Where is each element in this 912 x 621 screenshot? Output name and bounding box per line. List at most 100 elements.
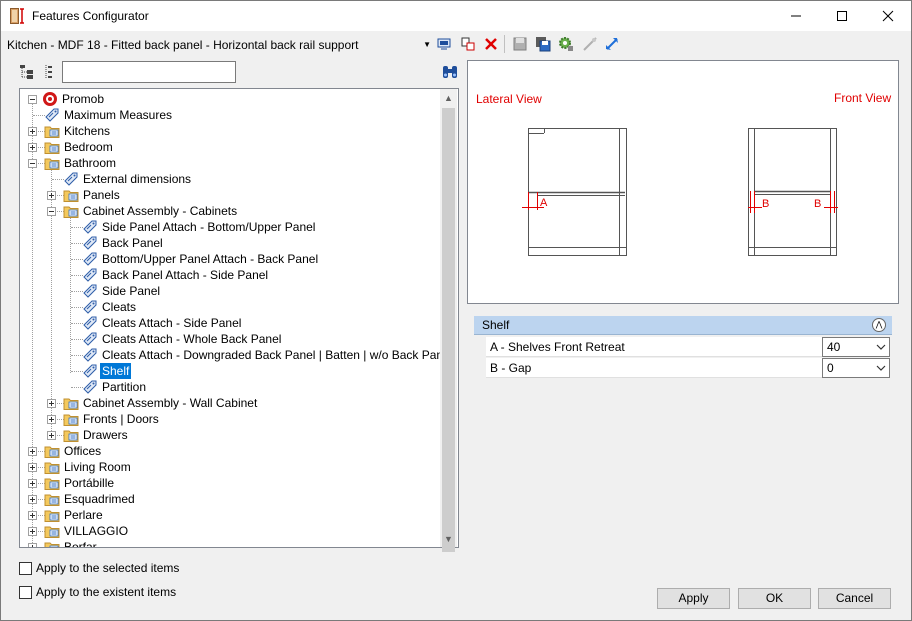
tree-expander-plus-icon[interactable] xyxy=(28,479,37,488)
configuration-select[interactable]: Kitchen - MDF 18 - Fitted back panel - H… xyxy=(7,37,433,53)
tree-expander-plus-icon[interactable] xyxy=(28,143,37,152)
tree-collapse-all-icon[interactable] xyxy=(41,64,57,80)
monitor-button[interactable] xyxy=(435,35,453,53)
scroll-up-arrow-icon[interactable]: ▲ xyxy=(440,89,457,106)
tree-item-feature[interactable]: Cleats xyxy=(20,299,450,315)
tree-item-feature[interactable]: Cleats Attach - Downgraded Back Panel | … xyxy=(20,347,452,363)
tree-item-folder[interactable]: Bathroom xyxy=(20,155,450,171)
tree-expander-plus-icon[interactable] xyxy=(28,127,37,136)
delete-button[interactable] xyxy=(482,35,500,53)
property-value-select[interactable]: 0 xyxy=(822,358,890,378)
ok-button[interactable]: OK xyxy=(738,588,811,609)
tree-item-folder[interactable]: Esquadrimed xyxy=(20,491,450,507)
scroll-down-arrow-icon[interactable]: ▼ xyxy=(440,530,457,547)
tree-item-label-selected: Shelf xyxy=(100,363,132,379)
folder-icon xyxy=(44,462,60,474)
feature-tag-icon xyxy=(83,364,97,378)
apply-selected-checkbox[interactable] xyxy=(19,561,32,575)
tree-item-feature[interactable]: Side Panel Attach - Bottom/Upper Panel xyxy=(20,219,450,235)
window-title: Features Configurator xyxy=(32,9,149,23)
tree-expand-all-icon[interactable] xyxy=(19,64,35,80)
tree-item-folder[interactable]: Perlare xyxy=(20,507,450,523)
cancel-button[interactable]: Cancel xyxy=(818,588,891,609)
property-row[interactable]: B - Gap 0 xyxy=(486,358,890,378)
tree-expander-plus-icon[interactable] xyxy=(28,495,37,504)
apply-selected-checkbox-row[interactable]: Apply to the selected items xyxy=(19,560,179,576)
dropdown-arrow-icon: ▼ xyxy=(423,40,431,49)
link-button[interactable] xyxy=(603,35,621,53)
save-button[interactable] xyxy=(511,35,529,53)
tree-expander-plus-icon[interactable] xyxy=(28,447,37,456)
tree-item-label: Bathroom xyxy=(64,156,117,170)
tree-item-folder[interactable]: Cabinet Assembly - Wall Cabinet xyxy=(20,395,450,411)
tree-item-folder[interactable]: Living Room xyxy=(20,459,450,475)
tree-expander-plus-icon[interactable] xyxy=(47,431,56,440)
feature-tag-icon xyxy=(83,284,97,298)
tree-item-feature[interactable]: Shelf xyxy=(20,363,450,379)
find-binoculars-icon[interactable] xyxy=(441,64,459,80)
feature-tag-icon xyxy=(83,300,97,314)
tree-expander-minus-icon[interactable] xyxy=(47,207,56,216)
tree-item-folder[interactable]: Portábille xyxy=(20,475,450,491)
maximize-button[interactable] xyxy=(819,1,865,31)
tree-search-input[interactable] xyxy=(62,61,236,83)
tree-item-feature[interactable]: Cleats Attach - Side Panel xyxy=(20,315,450,331)
tree-item-folder[interactable]: Panels xyxy=(20,187,450,203)
settings-button[interactable] xyxy=(557,35,575,53)
property-value-select[interactable]: 40 xyxy=(822,337,890,357)
tree-expander-plus-icon[interactable] xyxy=(47,415,56,424)
apply-existent-checkbox[interactable] xyxy=(19,585,32,599)
collapse-chevron-icon[interactable]: ⋀ xyxy=(872,318,886,332)
tree-item-folder[interactable]: Kitchens xyxy=(20,123,450,139)
folder-icon xyxy=(44,526,60,538)
app-icon xyxy=(10,8,24,24)
tree-item-label: Living Room xyxy=(64,460,131,474)
tree-item-feature[interactable]: Maximum Measures xyxy=(20,107,450,123)
scrollbar-thumb[interactable] xyxy=(442,108,455,552)
tree-item-label: Panels xyxy=(83,188,120,202)
tree-item-feature[interactable]: External dimensions xyxy=(20,171,450,187)
tree-item-folder[interactable]: Cabinet Assembly - Cabinets xyxy=(20,203,450,219)
delete-icon xyxy=(485,38,497,50)
property-row[interactable]: A - Shelves Front Retreat 40 xyxy=(486,337,890,357)
tree-expander-minus-icon[interactable] xyxy=(28,159,37,168)
feature-tag-icon xyxy=(83,332,97,346)
copy-button[interactable] xyxy=(459,35,477,53)
tree-expander-plus-icon[interactable] xyxy=(47,399,56,408)
chevron-down-icon xyxy=(876,344,886,350)
save-as-button[interactable] xyxy=(534,35,552,53)
tree-item-feature[interactable]: Side Panel xyxy=(20,283,450,299)
apply-existent-checkbox-row[interactable]: Apply to the existent items xyxy=(19,584,176,600)
tree-item-folder[interactable]: Borfar xyxy=(20,539,450,548)
tree-vertical-scrollbar[interactable]: ▲ ▼ xyxy=(440,89,457,552)
feature-tag-icon xyxy=(83,220,97,234)
tree-item-feature[interactable]: Back Panel xyxy=(20,235,450,251)
tree-expander-plus-icon[interactable] xyxy=(28,463,37,472)
tree-item-folder[interactable]: Fronts | Doors xyxy=(20,411,450,427)
tree-item-feature[interactable]: Back Panel Attach - Side Panel xyxy=(20,267,450,283)
tree-expander-plus-icon[interactable] xyxy=(28,543,37,547)
close-button[interactable] xyxy=(865,1,911,31)
tree-item-feature[interactable]: Partition xyxy=(20,379,450,395)
tree-expander-minus-icon[interactable] xyxy=(28,95,37,104)
apply-button[interactable]: Apply xyxy=(657,588,730,609)
tree-item-label: Esquadrimed xyxy=(64,492,135,506)
features-tree[interactable]: Promob Maximum Measures Kitchens Bedroom Ba… xyxy=(19,88,459,548)
minimize-button[interactable] xyxy=(773,1,819,31)
tree-expander-plus-icon[interactable] xyxy=(28,511,37,520)
tree-item-label: Kitchens xyxy=(64,124,111,138)
tree-expander-plus-icon[interactable] xyxy=(47,191,56,200)
tree-item-folder[interactable]: Offices xyxy=(20,443,450,459)
tree-item-feature[interactable]: Bottom/Upper Panel Attach - Back Panel xyxy=(20,251,450,267)
tree-expander-plus-icon[interactable] xyxy=(28,527,37,536)
tree-item-folder[interactable]: VILLAGGIO xyxy=(20,523,450,539)
tree-item-label: Cleats Attach - Side Panel xyxy=(102,316,242,330)
tree-item-feature[interactable]: Cleats Attach - Whole Back Panel xyxy=(20,331,450,347)
unlink-button[interactable] xyxy=(581,35,599,53)
tree-item-folder[interactable]: Drawers xyxy=(20,427,450,443)
tree-item-label: Borfar xyxy=(64,540,97,548)
folder-icon xyxy=(63,398,79,410)
tree-item-root[interactable]: Promob xyxy=(20,91,440,107)
tree-item-folder[interactable]: Bedroom xyxy=(20,139,450,155)
property-group-header[interactable]: Shelf ⋀ xyxy=(474,316,892,335)
